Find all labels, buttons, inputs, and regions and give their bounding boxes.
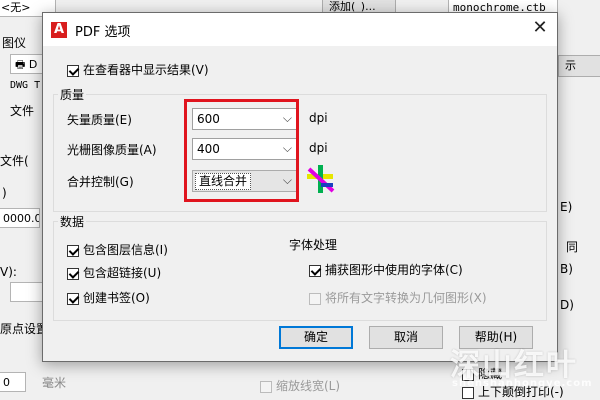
checkbox-checked-icon — [309, 264, 321, 277]
bg-v-label: V): — [0, 265, 17, 279]
show-results-label: 在查看器中显示结果(V) — [83, 63, 209, 77]
font-handling-heading: 字体处理 — [289, 238, 338, 252]
merge-lines-icon — [307, 165, 335, 193]
checkbox-checked-icon — [67, 244, 79, 257]
checkbox-checked-icon — [67, 292, 79, 305]
include-hyperlinks-label: 包含超链接(U) — [83, 266, 162, 280]
data-group-title: 数据 — [58, 213, 87, 230]
dpi-unit-1: dpi — [309, 111, 328, 125]
quality-group-title: 质量 — [58, 86, 87, 103]
dialog-title: PDF 选项 — [75, 25, 131, 40]
bg-right-label-d: D) — [560, 298, 574, 312]
convert-text-checkbox[interactable]: 将所有文字转换为几何图形(X) — [309, 290, 487, 306]
bg-file-label-2: 文件( — [0, 154, 29, 168]
create-bookmarks-label: 创建书签(O) — [83, 291, 150, 305]
checkbox-disabled-icon — [309, 292, 321, 305]
bg-origin-label: 原点设置 — [0, 322, 49, 336]
bg-scale-lineweight-label: 缩放线宽(L) — [276, 379, 341, 393]
bg-dwg-label: DWG T — [10, 80, 41, 91]
capture-fonts-checkbox[interactable]: 捕获图形中使用的字体(C) — [309, 262, 463, 278]
autocad-logo-icon: A — [51, 22, 67, 38]
bg-right-label-a: E) — [560, 200, 573, 214]
capture-fonts-label: 捕获图形中使用的字体(C) — [325, 263, 463, 277]
raster-quality-label: 光栅图像质量(A) — [67, 143, 157, 157]
bg-file-label: 文件 — [10, 104, 35, 118]
close-icon: ✕ — [532, 17, 548, 38]
checkbox-checked-icon — [67, 267, 79, 280]
bg-right-label-c: B) — [560, 262, 573, 276]
include-layers-label: 包含图层信息(I) — [83, 243, 168, 257]
pdf-options-dialog: A PDF 选项 ✕ 在查看器中显示结果(V) 质量 矢量质量(E) 600 ⌵… — [42, 12, 558, 362]
bg-plotter-select[interactable]: 🖶 D — [10, 54, 44, 74]
cancel-button[interactable]: 取消 — [369, 326, 443, 349]
checkbox-checked-icon — [67, 64, 79, 77]
bg-plotter-value: D — [28, 58, 38, 71]
convert-text-label: 将所有文字转换为几何图形(X) — [325, 291, 487, 305]
show-results-checkbox[interactable]: 在查看器中显示结果(V) — [67, 62, 209, 78]
merge-control-label: 合并控制(G) — [67, 175, 134, 189]
bg-plotter-label: 图仪 — [2, 36, 27, 50]
dpi-unit-2: dpi — [309, 141, 328, 155]
bg-small-field[interactable] — [10, 282, 44, 302]
bg-number-field[interactable]: 0000.00 — [0, 208, 40, 228]
bg-right-label-b: 同 — [566, 240, 579, 254]
bg-zero-field[interactable]: 0 — [0, 372, 26, 392]
checkbox-icon — [260, 380, 272, 393]
bg-mm-label: 毫米 — [42, 376, 67, 390]
include-layers-checkbox[interactable]: 包含图层信息(I) — [67, 242, 168, 258]
highlight-box — [184, 99, 299, 202]
bg-show-button[interactable]: 示 — [558, 55, 600, 77]
vector-quality-label: 矢量质量(E) — [67, 113, 132, 127]
ok-button[interactable]: 确定 — [279, 326, 353, 349]
watermark-url: shenshanhongye.com — [452, 378, 593, 389]
bg-scale-lineweight-checkbox[interactable]: 缩放线宽(L) — [260, 378, 340, 394]
dialog-titlebar[interactable]: A PDF 选项 ✕ — [43, 13, 557, 46]
close-button[interactable]: ✕ — [523, 13, 557, 45]
bg-paren-label: ) — [2, 186, 7, 200]
printer-icon: 🖶 — [15, 58, 29, 71]
create-bookmarks-checkbox[interactable]: 创建书签(O) — [67, 290, 150, 306]
include-hyperlinks-checkbox[interactable]: 包含超链接(U) — [67, 265, 161, 281]
